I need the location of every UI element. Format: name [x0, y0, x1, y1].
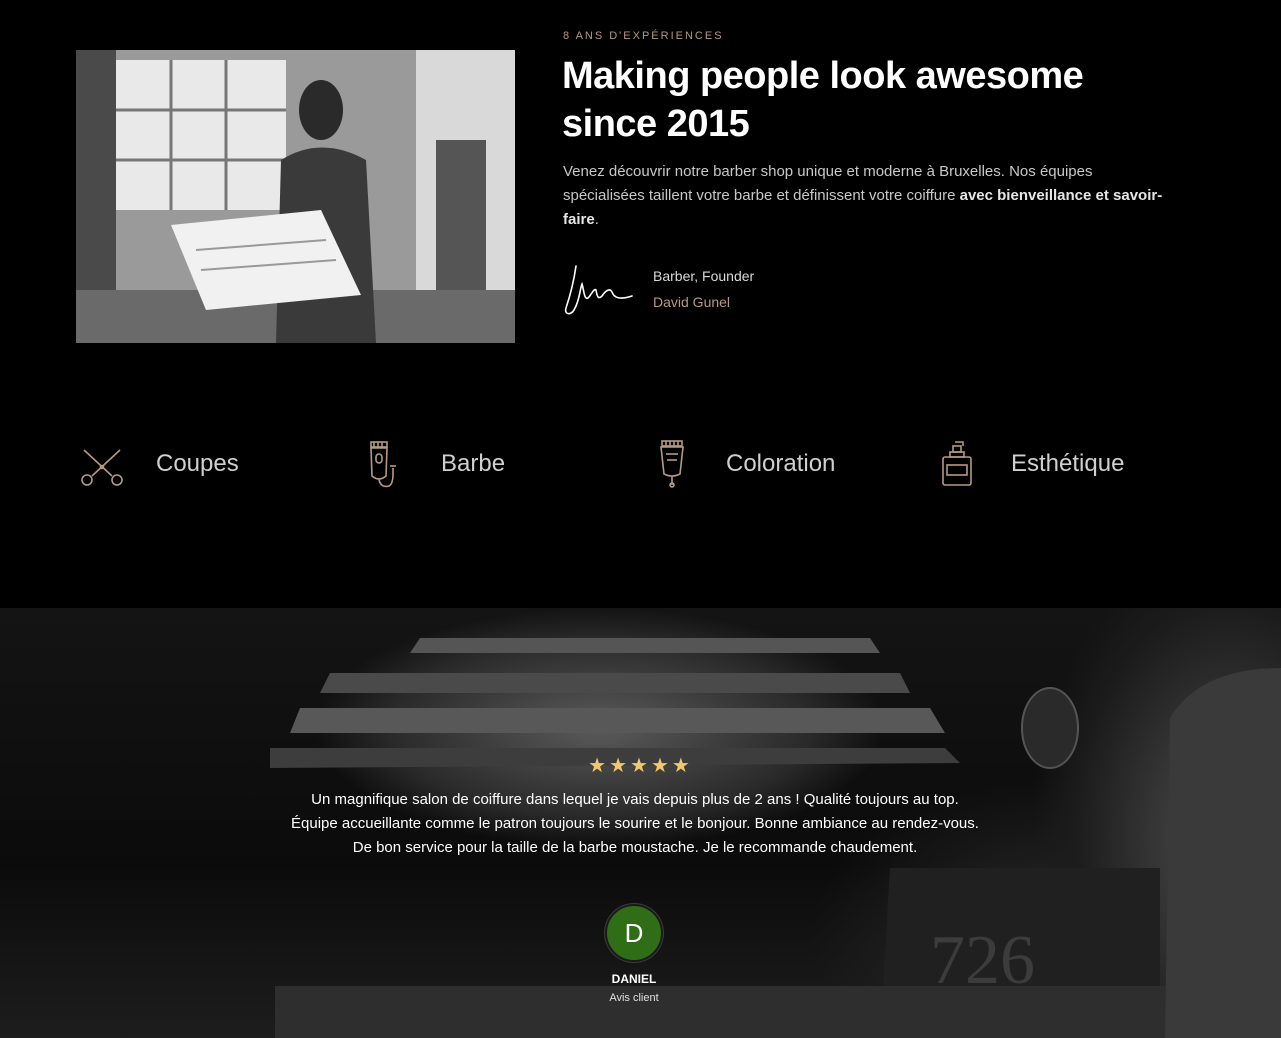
about-headline: Making people look awesome since 2015: [562, 52, 1202, 148]
client-avatar: D: [605, 904, 663, 962]
service-label-coupes: Coupes: [156, 450, 239, 477]
headline-line-2: since 2015: [562, 103, 750, 145]
client-name: DANIEL: [611, 972, 657, 986]
founder-name: David Gunel: [653, 294, 731, 310]
scissors-icon: [81, 449, 123, 486]
barber-photo: [76, 50, 515, 343]
lotion-bottle-icon: [942, 441, 972, 486]
about-intro: Venez découvrir notre barber shop unique…: [563, 160, 1173, 232]
founder-role: Barber, Founder: [653, 268, 755, 284]
rating-stars: ★★★★★: [588, 755, 693, 777]
founder-signature: [564, 265, 633, 315]
service-label-esthetique: Esthétique: [1011, 450, 1125, 477]
service-label-coloration: Coloration: [726, 450, 836, 477]
testimonial-quote: Un magnifique salon de coiffure dans leq…: [291, 791, 979, 856]
headline-line-1: Making people look awesome: [562, 55, 1084, 97]
intro-end: .: [594, 211, 599, 228]
crate-stencil-text: 7⁠2⁠6: [930, 922, 1035, 999]
hair-clipper-icon: [660, 440, 684, 488]
service-label-barbe: Barbe: [441, 450, 506, 477]
beard-trimmer-icon: [370, 441, 396, 488]
testimonial-section: 7⁠2⁠6 ★★★★★ Un magnifique salon de coiff…: [0, 608, 1281, 1038]
client-role: Avis client: [609, 992, 659, 1004]
experience-eyebrow: 8 ANS D'EXPÉRIENCES: [563, 30, 724, 42]
